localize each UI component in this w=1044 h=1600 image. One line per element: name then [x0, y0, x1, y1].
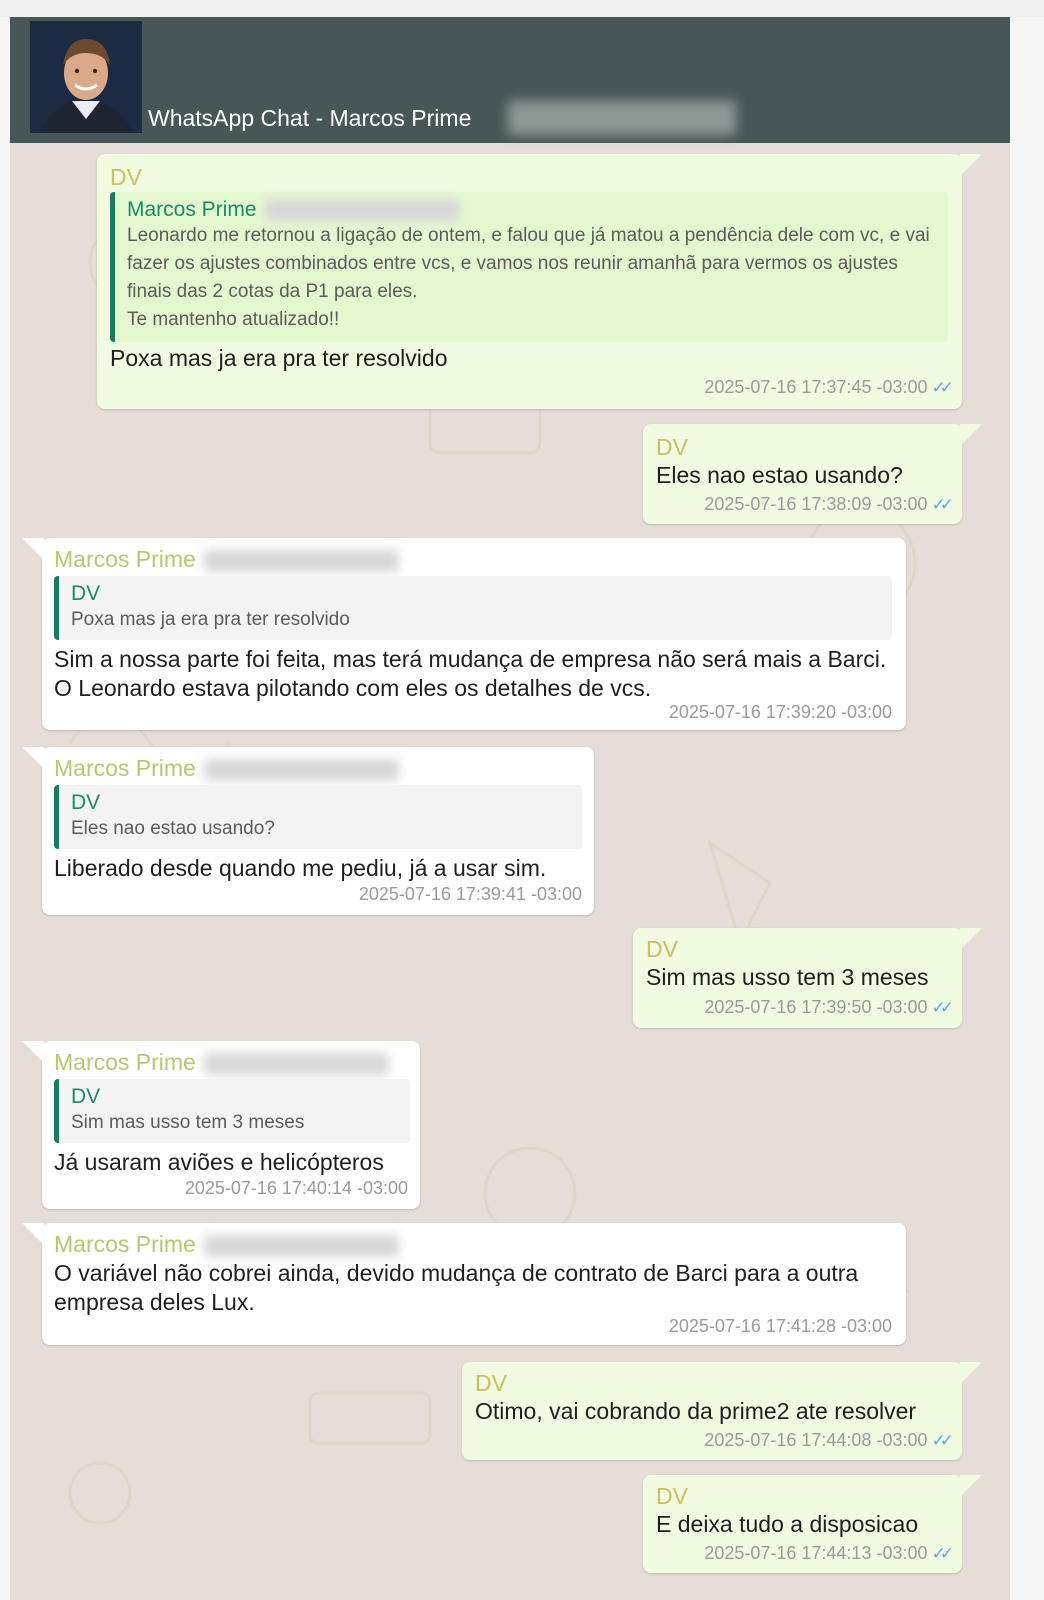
message-sender: DV	[110, 164, 142, 190]
double-check-icon: ✓✓	[931, 378, 954, 397]
message-text: O variável não cobrei ainda, devido muda…	[54, 1260, 859, 1315]
double-check-icon: ✓✓	[931, 1544, 954, 1563]
message-text: E deixa tudo a disposicao	[656, 1511, 919, 1537]
message-sender: DV	[475, 1370, 507, 1396]
double-check-icon: ✓✓	[931, 495, 954, 514]
bubble-tail	[22, 747, 44, 769]
quoted-message[interactable]: DV Sim mas usso tem 3 meses	[54, 1079, 410, 1143]
message-sender: Marcos Prime	[54, 546, 399, 573]
message-text: Sim a nossa parte foi feita, mas terá mu…	[54, 646, 887, 701]
bubble-tail	[22, 1041, 44, 1063]
redacted-phone-number	[203, 1052, 389, 1075]
message-sender: Marcos Prime	[54, 1231, 399, 1258]
redacted-phone-number	[203, 758, 399, 781]
window-top-edge	[0, 0, 1044, 17]
message-text: Otimo, vai cobrando da prime2 ate resolv…	[475, 1398, 917, 1424]
chat-title: WhatsApp Chat - Marcos Prime	[148, 105, 472, 131]
message-sender: DV	[656, 434, 688, 460]
bubble-tail	[22, 1223, 44, 1245]
message-sender: DV	[646, 936, 678, 962]
message-text: Liberado desde quando me pediu, já a usa…	[54, 855, 547, 881]
redacted-phone-number	[203, 1234, 399, 1257]
quoted-text: Poxa mas ja era pra ter resolvido	[71, 609, 350, 630]
chat-header: WhatsApp Chat - Marcos Prime	[10, 17, 1010, 143]
message-timestamp: 2025-07-16 17:44:13 -03:00 ✓✓	[704, 1543, 954, 1563]
chat-window: WhatsApp Chat - Marcos Prime DV Marcos P…	[10, 17, 1010, 1600]
message-bubble-outgoing[interactable]: DV Sim mas usso tem 3 meses 2025-07-16 1…	[633, 928, 982, 1028]
message-bubble-incoming[interactable]: Marcos Prime DV Sim mas usso tem 3 meses…	[22, 1041, 420, 1209]
redacted-phone-number	[508, 101, 736, 135]
message-timestamp: 2025-07-16 17:40:14 -03:00	[184, 1178, 408, 1198]
bubble-tail	[960, 1475, 982, 1497]
quoted-message[interactable]: Marcos Prime Leonardo me retornou a liga…	[110, 192, 948, 342]
message-text: Poxa mas ja era pra ter resolvido	[110, 345, 448, 371]
message-bubble-incoming[interactable]: Marcos Prime O variável não cobrei ainda…	[22, 1223, 906, 1345]
message-timestamp: 2025-07-16 17:38:09 -03:00 ✓✓	[704, 494, 954, 514]
message-timestamp: 2025-07-16 17:39:41 -03:00	[358, 884, 582, 904]
message-text: Eles nao estao usando?	[656, 462, 903, 488]
message-text: Sim mas usso tem 3 meses	[646, 964, 929, 990]
message-timestamp: 2025-07-16 17:41:28 -03:00	[668, 1316, 892, 1336]
redacted-phone-number	[264, 199, 460, 222]
message-timestamp: 2025-07-16 17:39:20 -03:00	[668, 702, 892, 722]
bubble-tail	[960, 154, 982, 176]
double-check-icon: ✓✓	[931, 998, 954, 1017]
message-bubble-outgoing[interactable]: DV Marcos Prime Leonardo me retornou a l…	[97, 154, 982, 409]
bubble-tail	[960, 424, 982, 446]
message-bubble-outgoing[interactable]: DV E deixa tudo a disposicao 2025-07-16 …	[643, 1475, 982, 1573]
quoted-text: Leonardo me retornou a ligação de ontem,…	[127, 225, 930, 330]
message-timestamp: 2025-07-16 17:39:50 -03:00 ✓✓	[704, 997, 954, 1017]
message-sender: DV	[656, 1483, 688, 1509]
message-sender: Marcos Prime	[54, 1049, 389, 1076]
quoted-text: Eles nao estao usando?	[71, 818, 275, 839]
bubble-tail	[960, 928, 982, 950]
message-bubble-outgoing[interactable]: DV Eles nao estao usando? 2025-07-16 17:…	[643, 424, 982, 524]
message-sender: Marcos Prime	[54, 755, 399, 782]
avatar[interactable]	[30, 21, 142, 133]
quoted-sender: DV	[71, 582, 101, 605]
quoted-text: Sim mas usso tem 3 meses	[71, 1112, 305, 1133]
redacted-phone-number	[203, 549, 399, 572]
quoted-message[interactable]: DV Poxa mas ja era pra ter resolvido	[54, 576, 892, 640]
message-timestamp: 2025-07-16 17:44:08 -03:00 ✓✓	[704, 1430, 954, 1450]
bubble-tail	[960, 1362, 982, 1384]
message-timestamp: 2025-07-16 17:37:45 -03:00 ✓✓	[704, 377, 954, 397]
avatar-photo	[30, 21, 142, 133]
message-bubble-incoming[interactable]: Marcos Prime DV Poxa mas ja era pra ter …	[22, 538, 906, 730]
quoted-sender: Marcos Prime	[127, 198, 936, 222]
message-text: Já usaram aviões e helicópteros	[54, 1149, 384, 1175]
quoted-sender: DV	[71, 791, 101, 814]
message-bubble-incoming[interactable]: Marcos Prime DV Eles nao estao usando? L…	[22, 747, 594, 915]
quoted-sender: DV	[71, 1085, 101, 1108]
bubble-tail	[22, 538, 44, 560]
message-bubble-outgoing[interactable]: DV Otimo, vai cobrando da prime2 ate res…	[462, 1362, 982, 1460]
double-check-icon: ✓✓	[931, 1431, 954, 1450]
quoted-message[interactable]: DV Eles nao estao usando?	[54, 785, 582, 849]
